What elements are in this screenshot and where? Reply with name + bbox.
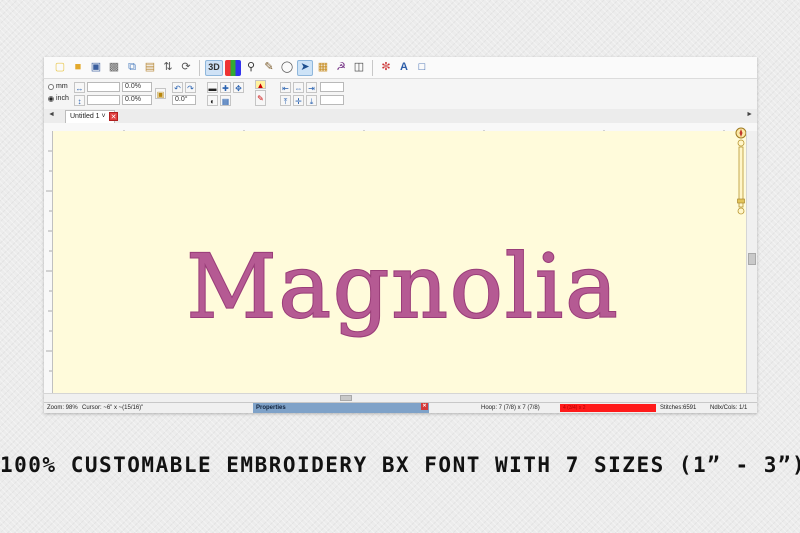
align-left-icon[interactable]: ⇤ xyxy=(280,82,291,93)
status-bar: Zoom: 98% Cursor: ~6" x ~(15/16)" Proper… xyxy=(44,402,757,413)
measure-icon[interactable]: ✎ xyxy=(261,60,277,76)
vertical-scrollbar[interactable] xyxy=(746,131,757,393)
width-percent-field[interactable]: 0.0% xyxy=(122,82,152,92)
spacing-field-1[interactable] xyxy=(320,82,344,92)
transform-icon[interactable]: ⟳ xyxy=(178,60,194,76)
magnolia-embroidery-design[interactable]: Magnolia xyxy=(163,242,643,332)
color-wheel-icon[interactable]: ✼ xyxy=(378,60,394,76)
zoom-icon[interactable]: ⚲ xyxy=(243,60,259,76)
rotate-left-icon[interactable]: ↶ xyxy=(172,82,183,93)
grid-align-icon[interactable]: ▦ xyxy=(220,95,231,106)
unit-mm-label: mm xyxy=(56,83,68,90)
width-field[interactable] xyxy=(87,82,120,92)
horizontal-scrollbar[interactable] xyxy=(44,393,757,402)
height-field[interactable] xyxy=(87,95,120,105)
cursor-status: Cursor: ~6" x ~(15/16)" xyxy=(82,405,144,411)
height-percent-field[interactable]: 0.0% xyxy=(122,95,152,105)
hoop-status: Hoop: 7 (7/8) x 7 (7/8) xyxy=(481,405,540,411)
toolbar-divider xyxy=(372,59,373,76)
select-arrow-icon[interactable]: ➤ xyxy=(297,59,313,76)
spacing-field-2[interactable] xyxy=(320,95,344,105)
properties-label: Properties xyxy=(256,405,286,411)
contrast-icon[interactable]: ◐ xyxy=(207,95,218,106)
radio-dot-selected xyxy=(48,95,54,102)
align-right-icon[interactable]: ⇥ xyxy=(306,82,317,93)
3d-view-button[interactable]: 3D xyxy=(205,59,223,76)
new-file-icon[interactable]: ▢ xyxy=(52,60,68,76)
stitch-count-status: Stitches:6591 xyxy=(660,405,697,411)
rotate-right-icon[interactable]: ↷ xyxy=(185,82,196,93)
width-arrows-icon: ↔ xyxy=(74,82,85,93)
properties-toolbar: mm inch ↔ ↕ 0.0% 0.0% ▣ ↶ ↷ 0.0° ▬ ✚ ✥ ◐… xyxy=(44,79,757,110)
embroidery-software-window: ▢ ■ ▣ ▩ ⧉ ▤ ⇅ ⟳ 3D ⚲ ✎ ◯ ➤ ▦ ☭ ◫ ✼ A □ m… xyxy=(44,57,757,413)
unit-mm-radio[interactable]: mm xyxy=(48,83,68,90)
design-canvas[interactable]: Magnolia xyxy=(53,131,746,393)
angle-field[interactable]: 0.0° xyxy=(172,95,196,105)
horizontal-scroll-thumb[interactable] xyxy=(340,395,352,401)
hoop-icon[interactable]: ◯ xyxy=(279,60,295,76)
unit-inch-label: inch xyxy=(56,95,69,102)
center-both-icon[interactable]: ✚ xyxy=(220,82,231,93)
align-middle-icon[interactable]: ✛ xyxy=(293,95,304,106)
close-properties-icon[interactable]: ✕ xyxy=(421,403,428,410)
warning-badge-icon: ▲ xyxy=(255,80,266,90)
design-size-indicator: 4 (3/4) x 2 xyxy=(560,404,656,412)
flip-icon[interactable]: ⇅ xyxy=(160,60,176,76)
needle-icon[interactable]: ✎ xyxy=(255,90,266,106)
properties-panel-tab[interactable]: Properties ✕ xyxy=(253,403,429,413)
toolbar-divider xyxy=(199,59,200,76)
print-icon[interactable]: ▩ xyxy=(106,60,122,76)
tab-scroll-right-icon[interactable]: ► xyxy=(746,111,753,118)
color-swatch-icon[interactable] xyxy=(225,59,241,76)
paste-icon[interactable]: ▤ xyxy=(142,60,158,76)
main-toolbar: ▢ ■ ▣ ▩ ⧉ ▤ ⇅ ⟳ 3D ⚲ ✎ ◯ ➤ ▦ ☭ ◫ ✼ A □ xyxy=(44,57,757,79)
close-tab-icon[interactable]: ✕ xyxy=(109,112,118,121)
open-folder-icon[interactable]: ■ xyxy=(70,60,86,76)
vertical-scroll-thumb[interactable] xyxy=(748,253,756,265)
promo-caption: 100% CUSTOMABLE EMBROIDERY BX FONT WITH … xyxy=(0,453,800,477)
unit-inch-radio[interactable]: inch xyxy=(48,95,69,102)
lock-ratio-icon[interactable]: ▣ xyxy=(155,88,166,99)
copy-icon[interactable]: ⧉ xyxy=(124,60,140,76)
radio-dot xyxy=(48,83,54,90)
needle-cols-status: Ndlx/Cols: 1/1 xyxy=(710,405,748,411)
grid-icon[interactable]: ▦ xyxy=(315,60,331,76)
align-top-icon[interactable]: ▬ xyxy=(207,82,218,93)
height-arrows-icon: ↕ xyxy=(74,95,85,106)
align-top-edge-icon[interactable]: ⤒ xyxy=(280,95,291,106)
vertical-ruler xyxy=(44,131,53,393)
align-bottom-edge-icon[interactable]: ⤓ xyxy=(306,95,317,106)
ruler-ticks-vertical xyxy=(46,150,52,372)
distribute-icon[interactable]: ✥ xyxy=(233,82,244,93)
lettering-icon[interactable]: A xyxy=(396,60,412,76)
thread-icon[interactable]: ☭ xyxy=(333,60,349,76)
tab-untitled-1[interactable]: Untitled 1 ˅ xyxy=(65,110,115,123)
document-tab-bar: ◄ Untitled 1 ˅ ✕ ► xyxy=(44,109,757,124)
embroidery-icon[interactable]: □ xyxy=(414,60,430,76)
tab-scroll-left-icon[interactable]: ◄ xyxy=(48,111,55,118)
save-icon[interactable]: ▣ xyxy=(88,60,104,76)
align-center-h-icon[interactable]: ⇔ xyxy=(293,82,304,93)
zoom-status: Zoom: 98% xyxy=(47,405,78,411)
stitch-icon[interactable]: ◫ xyxy=(351,60,367,76)
